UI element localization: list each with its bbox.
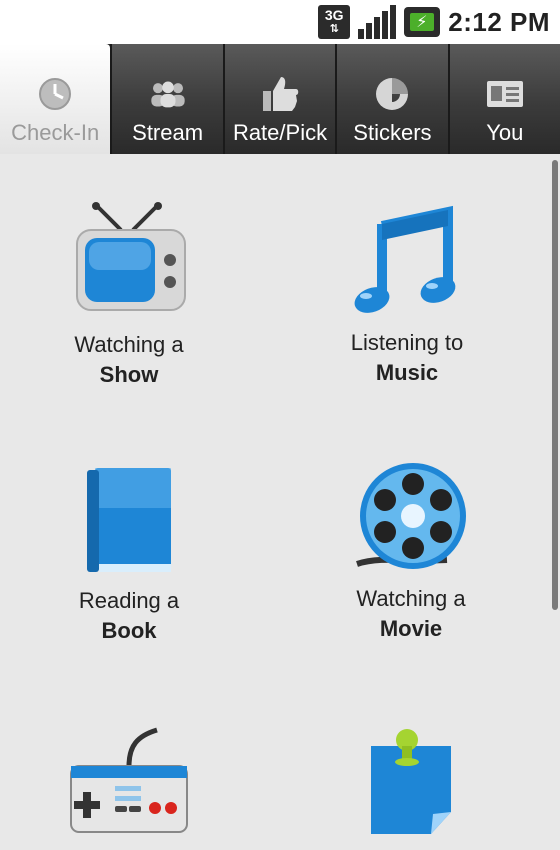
- tile-label-line1: Reading a: [78, 588, 180, 613]
- tab-bar: Check-In Stream Rate/Pick Stickers You: [0, 44, 560, 154]
- check-in-grid: Watching a Show Listening to Music Readi…: [0, 154, 560, 850]
- tab-label: Check-In: [11, 120, 100, 145]
- film-reel-icon: [286, 452, 536, 572]
- tv-icon: [4, 198, 254, 318]
- tile-label-line2: Movie: [379, 616, 443, 641]
- game-controller-icon: [4, 716, 254, 836]
- tile-label-line1: Watching a: [356, 586, 466, 611]
- tile-watching-show[interactable]: Watching a Show: [4, 198, 254, 390]
- network-label: 3G: [324, 7, 344, 23]
- network-3g-icon: 3G ⇅: [318, 5, 351, 39]
- tab-rate-pick[interactable]: Rate/Pick: [222, 44, 336, 154]
- sticker-icon: [372, 76, 412, 112]
- status-bar: 3G ⇅ ⚡ 2:12 PM: [0, 0, 560, 44]
- tile-playing-game[interactable]: [4, 716, 254, 848]
- people-icon: [148, 76, 188, 112]
- tab-stream[interactable]: Stream: [110, 44, 223, 154]
- tile-label-line1: Watching a: [74, 332, 184, 357]
- signal-strength-icon: [358, 5, 397, 39]
- profile-card-icon: [485, 76, 525, 112]
- scrollbar[interactable]: [552, 160, 558, 610]
- tab-label: Stickers: [353, 120, 432, 145]
- battery-icon: ⚡: [404, 7, 441, 37]
- tile-reading-book[interactable]: Reading a Book: [4, 454, 254, 646]
- tile-thinking-about[interactable]: [284, 716, 534, 848]
- thumbs-up-icon: [260, 76, 300, 112]
- clock-icon: [35, 76, 75, 112]
- tab-label: You: [486, 120, 524, 145]
- sticky-note-icon: [284, 716, 534, 836]
- music-note-icon: [282, 196, 532, 316]
- tab-label: Stream: [132, 120, 204, 145]
- tile-label-line2: Music: [375, 360, 439, 385]
- clock-time: 2:12 PM: [448, 6, 550, 37]
- tile-label-line2: Show: [99, 362, 159, 387]
- tile-listening-music[interactable]: Listening to Music: [282, 196, 532, 388]
- tab-check-in[interactable]: Check-In: [0, 44, 111, 154]
- tab-label: Rate/Pick: [232, 120, 328, 145]
- tab-you[interactable]: You: [447, 44, 560, 154]
- tab-stickers[interactable]: Stickers: [335, 44, 448, 154]
- tile-watching-movie[interactable]: Watching a Movie: [286, 452, 536, 644]
- tile-label-line1: Listening to: [350, 330, 464, 355]
- tile-label-line2: Book: [101, 618, 157, 643]
- book-icon: [4, 454, 254, 574]
